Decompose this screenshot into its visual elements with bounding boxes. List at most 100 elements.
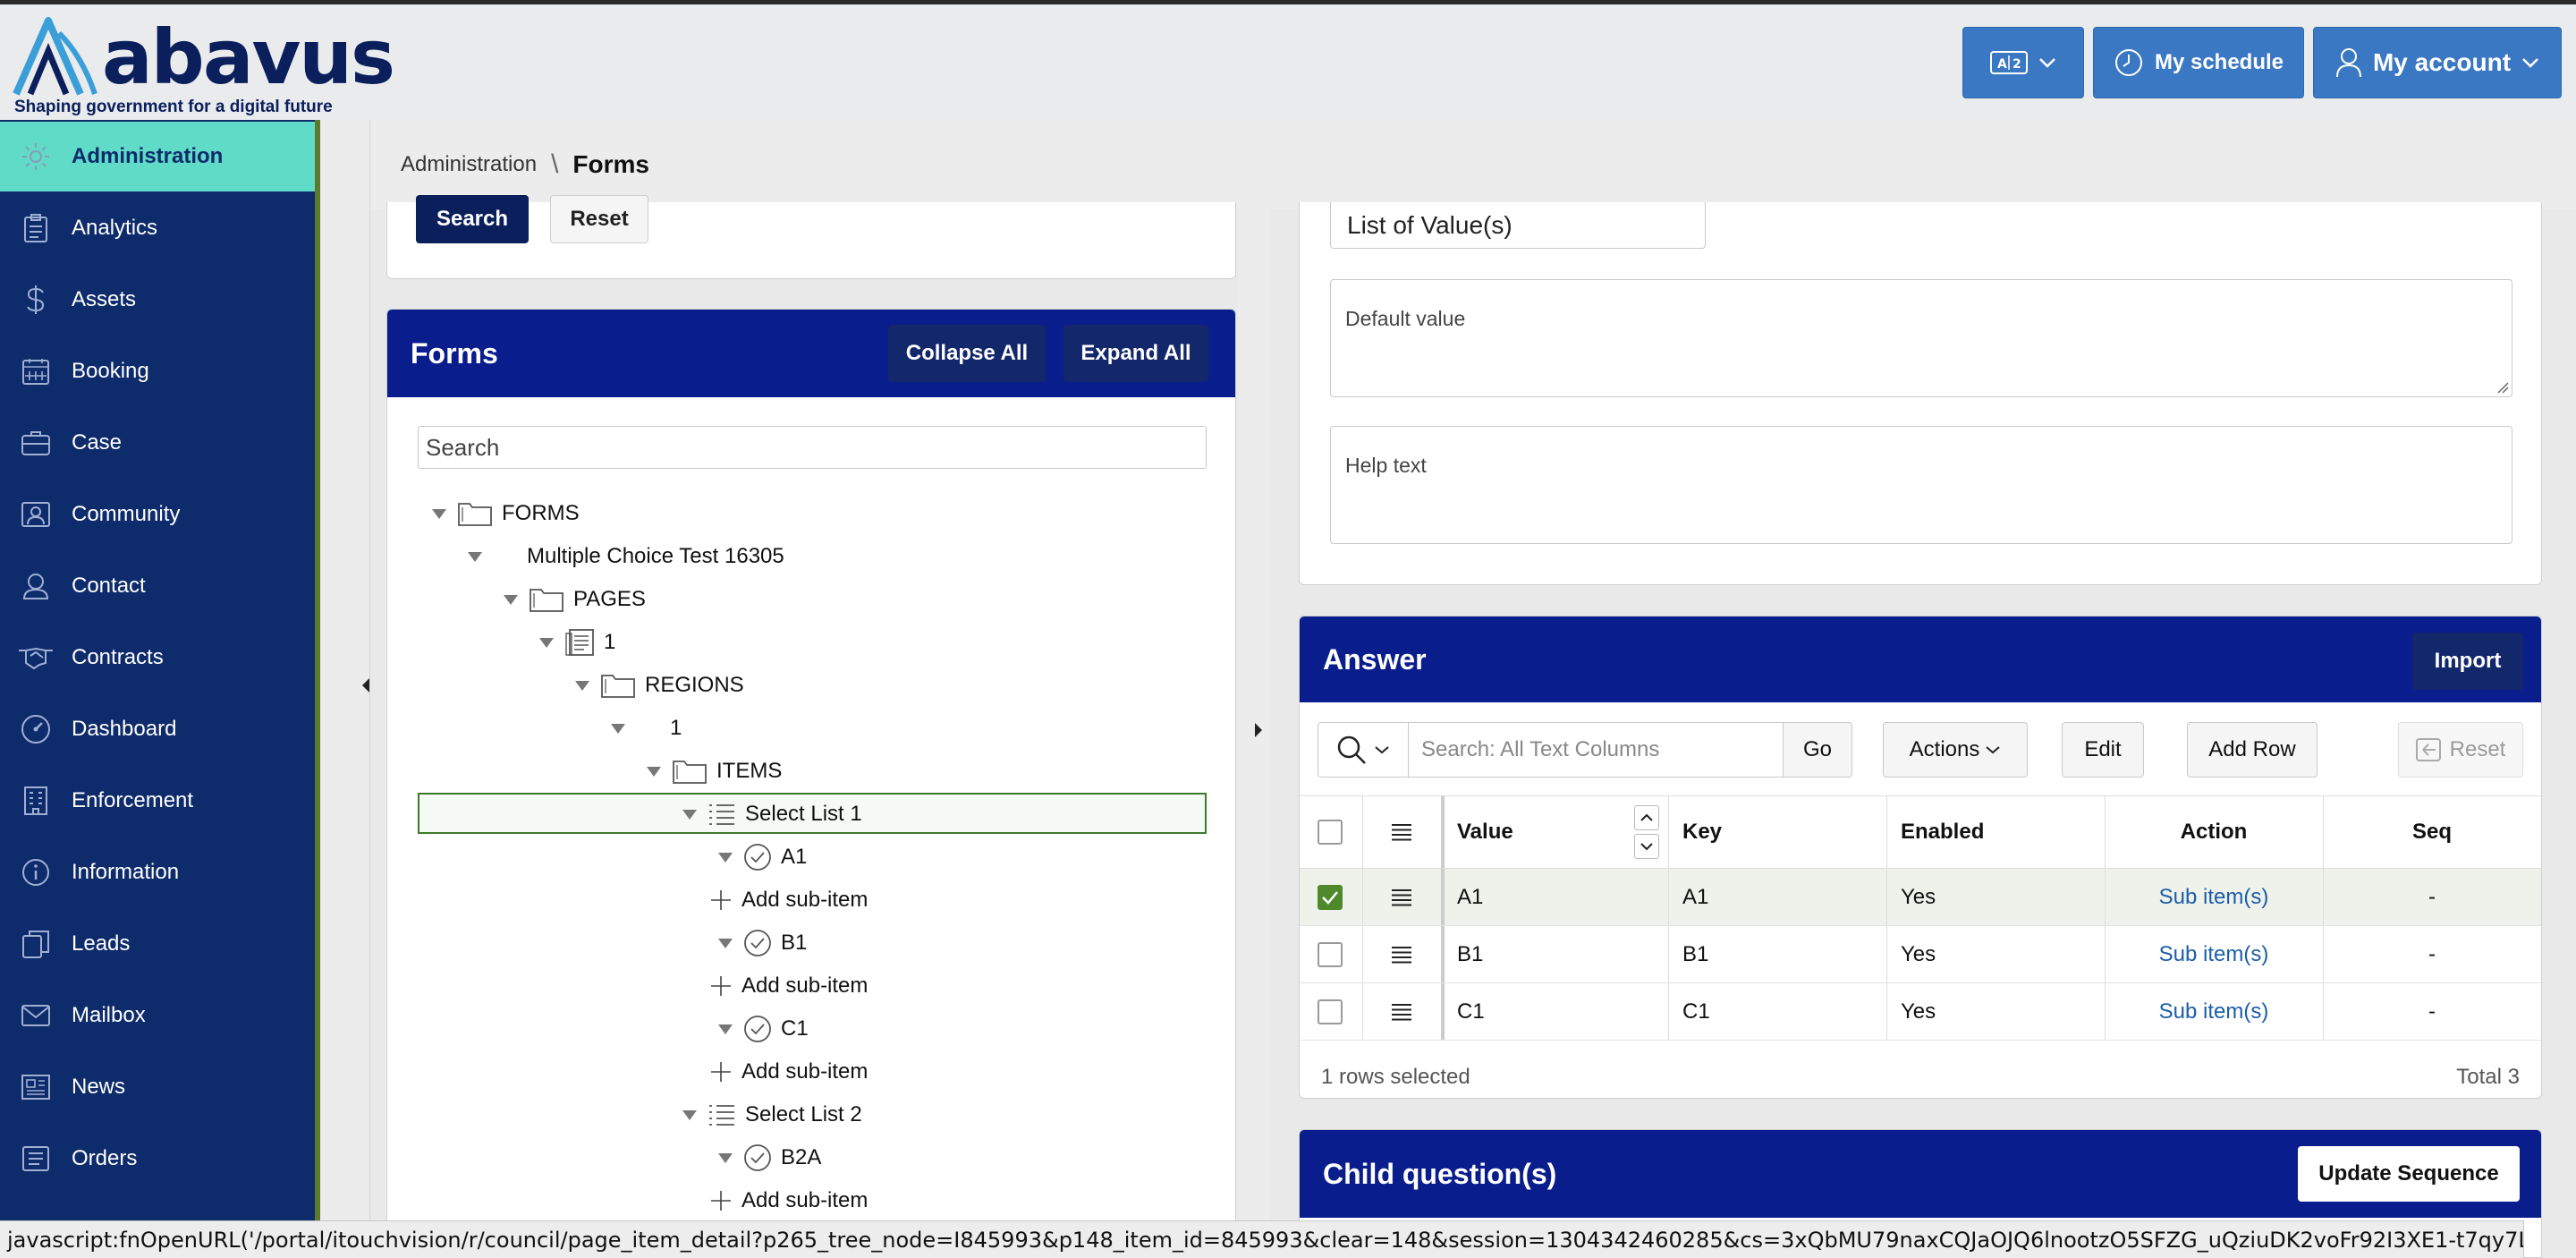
row-menu-button[interactable] [1362,869,1441,925]
help-text-textarea[interactable]: Help text [1330,426,2512,544]
sidebar-item-enforcement[interactable]: Enforcement [0,766,315,836]
my-account-button[interactable]: My account [2313,27,2562,98]
search-button[interactable]: Search [416,195,529,243]
sidebar-item-community[interactable]: Community [0,480,315,549]
grid-search-input[interactable]: Search: All Text Columns [1408,722,1784,778]
sub-items-link[interactable]: Sub item(s) [2105,983,2323,1040]
sidebar-item-contact[interactable]: Contact [0,551,315,621]
tree-node[interactable]: C1 [718,1009,809,1049]
expand-toggle-icon[interactable] [682,1109,697,1120]
resize-handle-icon[interactable] [2496,381,2509,394]
key-cell[interactable]: C1 [1682,983,1879,1040]
reset-button[interactable]: Reset [550,195,648,243]
key-cell[interactable]: B1 [1682,926,1879,982]
tree-node[interactable]: REGIONS [575,666,744,705]
grid-reset-button[interactable]: Reset [2398,722,2523,778]
expand-toggle-icon[interactable] [718,1152,733,1163]
sidebar-item-leads[interactable]: Leads [0,909,315,979]
tree-node[interactable]: 1 [611,709,682,748]
row-menu-button[interactable] [1362,983,1441,1040]
expand-toggle-icon[interactable] [718,938,733,948]
add-sub-item-node[interactable]: Add sub-item [709,1052,868,1092]
edit-button[interactable]: Edit [2062,722,2144,778]
sub-items-link[interactable]: Sub item(s) [2105,869,2323,925]
tree-node[interactable]: B2A [718,1138,821,1177]
expand-toggle-icon[interactable] [611,723,625,734]
column-header-value[interactable]: Value [1457,796,1627,868]
center-splitter[interactable] [1238,209,1270,1258]
collapse-all-button[interactable]: Collapse All [888,325,1046,382]
table-row[interactable]: B1 B1 Yes Sub item(s) - [1300,926,2541,983]
add-sub-item-node[interactable]: Add sub-item [709,1181,868,1220]
breadcrumb-parent[interactable]: Administration [401,152,537,177]
sidebar-item-analytics[interactable]: Analytics [0,193,315,263]
row-menu-header[interactable] [1362,796,1441,868]
expand-toggle-icon[interactable] [468,551,482,562]
tree-node[interactable]: Select List 2 [682,1095,862,1135]
column-header-action[interactable]: Action [2105,796,2323,868]
key-cell[interactable]: A1 [1682,869,1879,925]
sort-down-button[interactable] [1634,834,1659,859]
tree-node[interactable]: Select List 1 [682,795,862,834]
tree-node[interactable]: FORMS [432,494,580,533]
sidebar-item-assets[interactable]: Assets [0,265,315,335]
sub-items-link[interactable]: Sub item(s) [2105,926,2323,982]
expand-toggle-icon[interactable] [682,809,697,820]
enabled-cell[interactable]: Yes [1901,926,2097,982]
row-checkbox[interactable] [1318,884,1343,910]
enabled-cell[interactable]: Yes [1901,869,2097,925]
expand-all-button[interactable]: Expand All [1063,325,1208,382]
sidebar-item-mailbox[interactable]: Mailbox [0,981,315,1050]
abavus-logo[interactable]: abavus Shaping government for a digital … [13,13,395,121]
sidebar-item-case[interactable]: Case [0,408,315,478]
expand-toggle-icon[interactable] [718,852,733,863]
row-menu-button[interactable] [1362,926,1441,982]
import-button[interactable]: Import [2412,633,2523,690]
sidebar-item-booking[interactable]: Booking [0,336,315,406]
add-row-button[interactable]: Add Row [2187,722,2318,778]
table-row[interactable]: C1 C1 Yes Sub item(s) - [1300,983,2541,1041]
tree-node[interactable]: PAGES [504,580,646,619]
tree-node[interactable]: ITEMS [647,752,782,791]
table-row[interactable]: A1 A1 Yes Sub item(s) - [1300,869,2541,926]
my-schedule-button[interactable]: My schedule [2093,27,2304,98]
expand-toggle-icon[interactable] [539,637,554,648]
expand-toggle-icon[interactable] [575,680,589,691]
column-header-seq[interactable]: Seq [2323,796,2541,868]
sidebar-item-orders[interactable]: Orders [0,1124,315,1194]
column-header-key[interactable]: Key [1682,796,1861,868]
add-sub-item-node[interactable]: Add sub-item [709,880,868,920]
tree-node[interactable]: Multiple Choice Test 16305 [468,537,784,576]
go-button[interactable]: Go [1783,722,1852,778]
value-cell[interactable]: C1 [1457,983,1654,1040]
expand-toggle-icon[interactable] [718,1024,733,1034]
value-cell[interactable]: A1 [1457,869,1654,925]
search-column-picker[interactable] [1318,722,1409,778]
select-all-checkbox[interactable] [1318,820,1343,845]
row-checkbox[interactable] [1318,941,1343,967]
column-header-enabled[interactable]: Enabled [1901,796,2080,868]
add-sub-item-node[interactable]: Add sub-item [709,966,868,1006]
sidebar-item-news[interactable]: News [0,1052,315,1122]
sidebar-item-administration[interactable]: Administration [0,122,315,191]
sidebar-item-contracts[interactable]: Contracts [0,623,315,693]
value-cell[interactable]: B1 [1457,926,1654,982]
sidebar-item-dashboard[interactable]: Dashboard [0,694,315,764]
sort-up-button[interactable] [1634,805,1659,830]
left-collapse-gutter[interactable] [320,120,370,1258]
row-checkbox[interactable] [1318,999,1343,1024]
expand-toggle-icon[interactable] [432,508,446,519]
tree-search-input[interactable]: Search [418,426,1207,469]
list-type-select[interactable]: List of Value(s) [1330,202,1706,249]
sidebar-item-information[interactable]: Information [0,837,315,907]
update-sequence-button[interactable]: Update Sequence [2298,1146,2520,1202]
expand-toggle-icon[interactable] [504,594,518,605]
expand-toggle-icon[interactable] [647,766,661,777]
actions-menu-button[interactable]: Actions [1883,722,2028,778]
tree-node[interactable]: B1 [718,923,807,963]
default-value-textarea[interactable]: Default value [1330,279,2512,397]
enabled-cell[interactable]: Yes [1901,983,2097,1040]
tree-node[interactable]: 1 [539,623,615,662]
tree-node[interactable]: A1 [718,837,807,877]
language-button[interactable]: A2 [1962,27,2084,98]
